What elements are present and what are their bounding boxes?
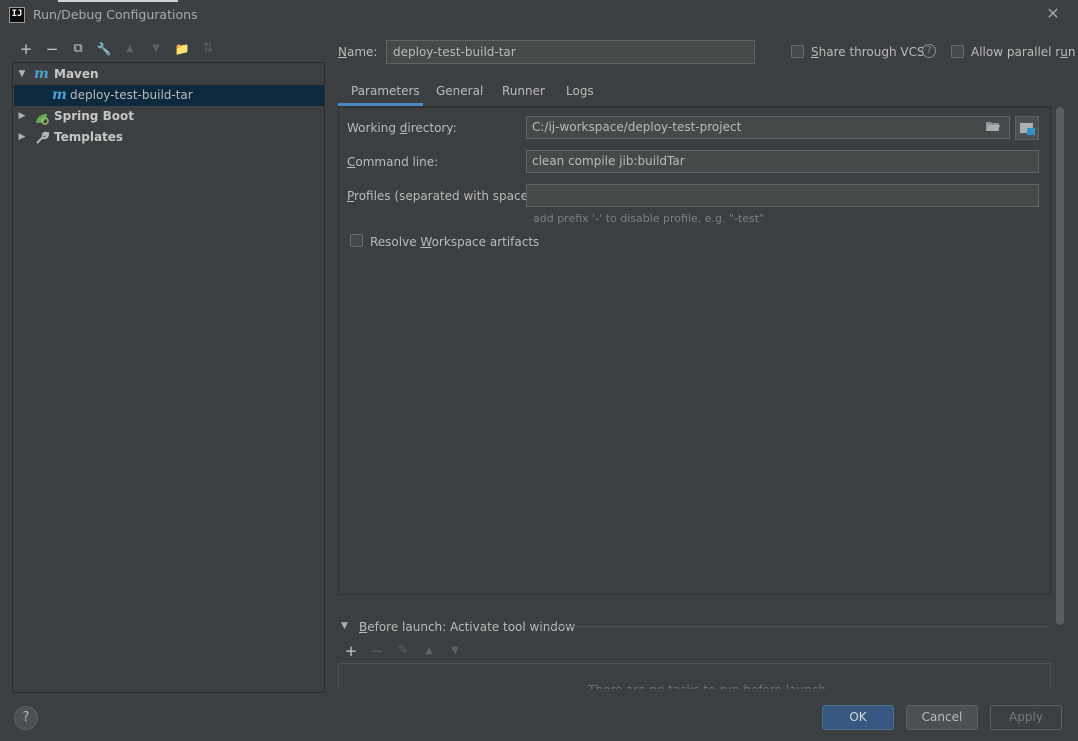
allow-parallel-run-checkbox[interactable] <box>951 45 964 58</box>
move-task-up-icon[interactable]: ▲ <box>421 645 437 656</box>
collapsed-arrow-icon[interactable]: ▶ <box>16 127 28 148</box>
move-down-icon[interactable]: ▼ <box>147 40 165 58</box>
remove-task-icon[interactable]: − <box>369 642 385 660</box>
edit-defaults-wrench-icon[interactable]: 🔧 <box>95 40 113 58</box>
move-up-icon[interactable]: ▲ <box>121 40 139 58</box>
resolve-workspace-artifacts-checkbox[interactable] <box>350 234 363 247</box>
before-launch-empty-text: There are no tasks to run before launch <box>588 683 826 689</box>
help-button[interactable]: ? <box>14 706 38 730</box>
configuration-tree: ▼ m Maven m deploy-test-build-tar ▶ Spri… <box>12 62 325 693</box>
command-line-input[interactable]: clean compile jib:buildTar <box>526 150 1039 173</box>
edit-task-icon[interactable]: ✎ <box>395 643 411 658</box>
tab-general[interactable]: General <box>436 83 483 107</box>
share-through-vcs-checkbox[interactable] <box>791 45 804 58</box>
name-label: Name: <box>338 45 378 59</box>
wrench-icon <box>35 131 50 145</box>
apply-button[interactable]: Apply <box>990 705 1062 730</box>
expanded-arrow-icon[interactable]: ▼ <box>16 64 28 85</box>
command-line-label: Command line: <box>347 155 439 169</box>
profiles-label: Profiles (separated with space): <box>347 189 537 203</box>
remove-configuration-icon[interactable]: − <box>43 40 61 58</box>
parameters-panel <box>338 107 1051 595</box>
resolve-workspace-artifacts-label[interactable]: Resolve Workspace artifacts <box>370 235 539 249</box>
working-directory-input[interactable]: C:/ij-workspace/deploy-test-project <box>526 116 1010 139</box>
vertical-scrollbar[interactable] <box>1056 107 1064 625</box>
add-configuration-icon[interactable]: + <box>17 40 35 58</box>
tree-item-templates[interactable]: ▶ Templates <box>14 127 324 148</box>
maven-icon: m <box>52 87 67 103</box>
move-task-down-icon[interactable]: ▼ <box>447 645 463 656</box>
share-through-vcs-label[interactable]: Share through VCS <box>811 45 925 59</box>
browse-module-button[interactable] <box>1015 116 1039 140</box>
allow-parallel-run-label[interactable]: Allow parallel run <box>971 45 1075 59</box>
tree-item-label: deploy-test-build-tar <box>70 88 193 102</box>
name-input[interactable]: deploy-test-build-tar <box>386 40 755 64</box>
new-folder-icon[interactable]: 📁 <box>173 40 191 58</box>
profiles-hint: add prefix '-' to disable profile, e.g. … <box>533 212 765 225</box>
close-icon[interactable]: ✕ <box>1044 5 1062 23</box>
tree-item-maven[interactable]: ▼ m Maven <box>14 64 324 85</box>
window-title: Run/Debug Configurations <box>33 7 198 22</box>
tab-runner[interactable]: Runner <box>502 83 545 107</box>
module-badge-icon <box>1027 128 1035 135</box>
tree-item-label: Templates <box>54 130 124 144</box>
folder-open-icon[interactable] <box>985 120 1001 134</box>
add-task-icon[interactable]: + <box>343 642 359 660</box>
tree-item-label: Spring Boot <box>54 109 134 123</box>
profiles-input[interactable] <box>526 184 1039 207</box>
tab-logs[interactable]: Logs <box>566 83 594 107</box>
tree-item-spring-boot[interactable]: ▶ Spring Boot <box>14 106 324 127</box>
tree-item-deploy-test-build-tar[interactable]: m deploy-test-build-tar <box>14 85 324 106</box>
intellij-app-icon: IJ <box>9 7 25 23</box>
before-launch-title[interactable]: Before launch: Activate tool window <box>359 620 575 634</box>
copy-configuration-icon[interactable]: ⧉ <box>69 40 87 58</box>
before-launch-separator <box>548 626 1048 627</box>
working-directory-label: Working directory: <box>347 121 457 135</box>
sort-icon[interactable]: ⇅ <box>199 40 217 58</box>
cancel-button[interactable]: Cancel <box>906 705 978 730</box>
help-icon[interactable]: ? <box>922 44 936 58</box>
ok-button[interactable]: OK <box>822 705 894 730</box>
maven-icon: m <box>34 66 49 82</box>
collapsed-arrow-icon[interactable]: ▶ <box>16 106 28 127</box>
collapse-arrow-icon[interactable]: ▼ <box>341 621 348 631</box>
spring-boot-icon <box>35 111 49 125</box>
title-accent <box>58 0 178 2</box>
tree-item-label: Maven <box>54 67 99 81</box>
